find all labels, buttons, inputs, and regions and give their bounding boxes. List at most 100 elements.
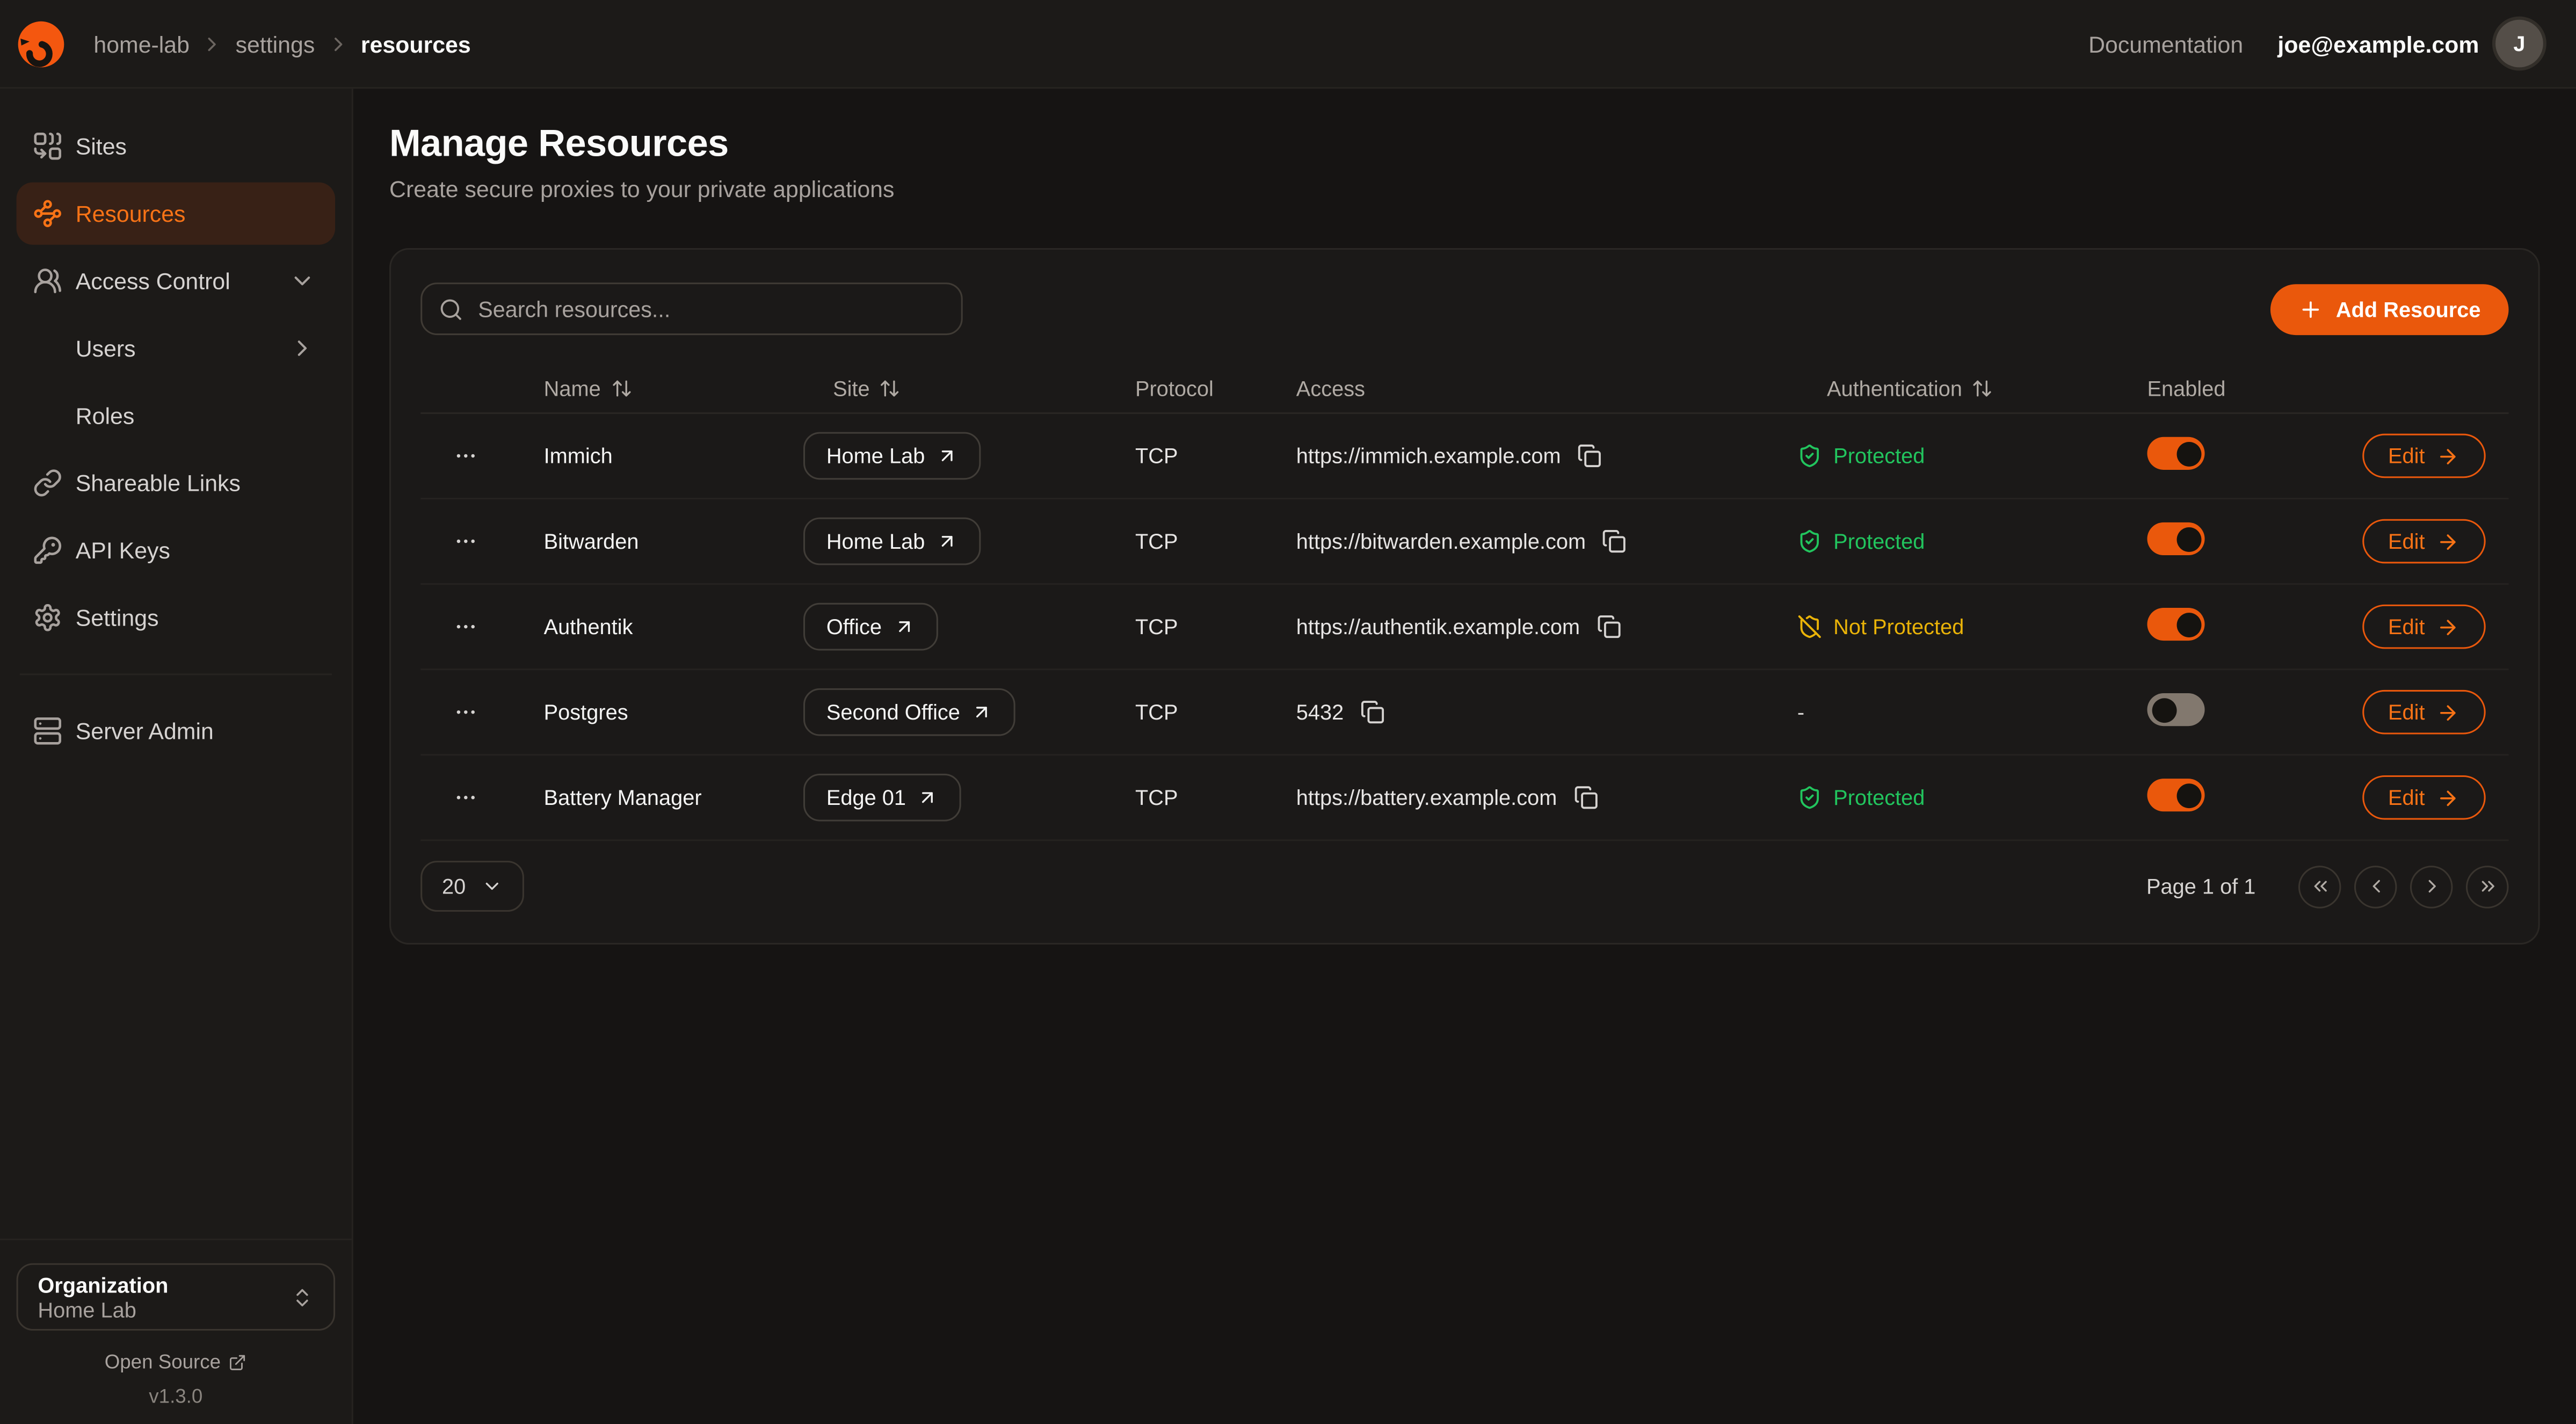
row-menu-button[interactable] [420,444,511,468]
copy-button[interactable] [1573,785,1598,810]
resource-protocol: TCP [1135,785,1296,810]
edit-button[interactable]: Edit [2362,605,2486,649]
sidebar-item-api-keys[interactable]: API Keys [17,519,336,582]
arrow-right-icon [2436,445,2459,468]
table-row: Postgres Second Office TCP 5432 - Edit [420,670,2508,755]
chevron-left-icon [2365,876,2386,897]
sidebar-item-users[interactable]: Users [17,317,336,379]
table-row: Bitwarden Home Lab TCP https://bitwarden… [420,499,2508,585]
copy-button[interactable] [1360,700,1385,724]
site-link[interactable]: Home Lab [803,432,981,480]
sidebar-item-access-control[interactable]: Access Control [17,250,336,312]
sidebar-item-label: Resources [76,200,186,227]
gear-icon [33,603,62,633]
row-menu-button[interactable] [420,785,511,810]
auth-status: Protected [1797,785,2147,810]
edit-button[interactable]: Edit [2362,690,2486,735]
last-page-button[interactable] [2466,865,2509,908]
sidebar-item-settings[interactable]: Settings [17,586,336,649]
shield-check-icon [1797,785,1822,810]
sidebar-item-label: Shareable Links [76,470,241,496]
sidebar-item-label: Server Admin [76,718,214,744]
chevron-down-icon [482,876,504,897]
sidebar-nav: Sites Resources Access Control Users [0,89,352,762]
shield-off-icon [1797,614,1822,639]
first-page-button[interactable] [2298,865,2341,908]
sidebar-item-label: Users [76,335,136,361]
enabled-toggle[interactable] [2147,437,2205,470]
edit-button[interactable]: Edit [2362,434,2486,478]
resource-access-url: https://authentik.example.com [1296,614,1580,639]
sidebar-item-resources[interactable]: Resources [17,183,336,245]
search-input[interactable] [420,282,963,335]
page-size-select[interactable]: 20 [420,861,525,912]
copy-icon [1573,785,1598,810]
sidebar-item-roles[interactable]: Roles [17,384,336,447]
topbar-right: Documentation joe@example.com J [2088,20,2543,68]
resources-card: Add Resource Name Site Protocol Acce [389,248,2540,945]
copy-button[interactable] [1597,614,1621,639]
edit-button[interactable]: Edit [2362,519,2486,564]
sidebar-item-server-admin[interactable]: Server Admin [17,700,336,762]
app-window: home-lab settings resources Documentatio… [0,0,2576,1424]
pangolin-logo[interactable] [13,16,69,71]
table-row: Authentik Office TCP https://authentik.e… [420,585,2508,670]
sites-icon [33,132,62,161]
sidebar-item-label: API Keys [76,537,170,563]
copy-button[interactable] [1602,529,1627,554]
table-row: Battery Manager Edge 01 TCP https://batt… [420,755,2508,841]
pagination-bar: 20 Page 1 of 1 [420,861,2508,912]
site-link[interactable]: Office [803,603,938,651]
chevron-right-icon [2421,876,2442,897]
enabled-toggle[interactable] [2147,522,2205,555]
add-resource-button[interactable]: Add Resource [2270,284,2509,335]
copy-button[interactable] [1577,444,1602,468]
resource-access-url: https://battery.example.com [1296,785,1557,810]
ellipsis-icon [453,700,478,724]
open-source-link[interactable]: Open Source [17,1350,336,1374]
arrow-up-right-icon [937,445,958,467]
ellipsis-icon [453,614,478,639]
copy-icon [1602,529,1627,554]
previous-page-button[interactable] [2354,865,2397,908]
site-link[interactable]: Edge 01 [803,774,962,822]
user-email: joe@example.com [2277,31,2479,57]
column-header-authentication[interactable]: Authentication [1797,376,2147,401]
avatar[interactable]: J [2495,20,2543,68]
documentation-link[interactable]: Documentation [2088,31,2243,57]
breadcrumb-settings[interactable]: settings [236,31,315,57]
breadcrumb: home-lab settings resources [93,31,470,57]
row-menu-button[interactable] [420,700,511,724]
site-link[interactable]: Second Office [803,688,1016,736]
row-menu-button[interactable] [420,614,511,639]
organization-value: Home Lab [38,1297,168,1321]
column-header-name[interactable]: Name [511,376,803,401]
chevron-right-icon [326,32,350,55]
topbar: home-lab settings resources Documentatio… [0,0,2576,89]
row-menu-button[interactable] [420,529,511,554]
sidebar-item-sites[interactable]: Sites [17,115,336,177]
plus-icon [2298,296,2323,321]
auth-status: - [1797,700,2147,724]
app-version: v1.3.0 [17,1385,336,1408]
enabled-toggle[interactable] [2147,693,2205,726]
enabled-toggle[interactable] [2147,779,2205,811]
enabled-toggle[interactable] [2147,608,2205,641]
breadcrumb-current[interactable]: resources [361,31,471,57]
chevron-right-icon [289,335,315,361]
chevron-down-icon [289,268,315,294]
sort-icon [611,378,632,399]
edit-button[interactable]: Edit [2362,775,2486,820]
column-header-site[interactable]: Site [803,376,1135,401]
breadcrumb-org[interactable]: home-lab [93,31,190,57]
next-page-button[interactable] [2410,865,2453,908]
search-icon [439,296,463,321]
organization-selector[interactable]: Organization Home Lab [17,1263,336,1331]
site-link[interactable]: Home Lab [803,518,981,565]
sidebar-item-label: Roles [76,403,135,429]
open-source-label: Open Source [105,1350,221,1374]
sidebar-item-shareable-links[interactable]: Shareable Links [17,452,336,514]
resource-access-url: https://immich.example.com [1296,444,1561,468]
page-title: Manage Resources [389,121,2540,166]
auth-status: Protected [1797,444,2147,468]
